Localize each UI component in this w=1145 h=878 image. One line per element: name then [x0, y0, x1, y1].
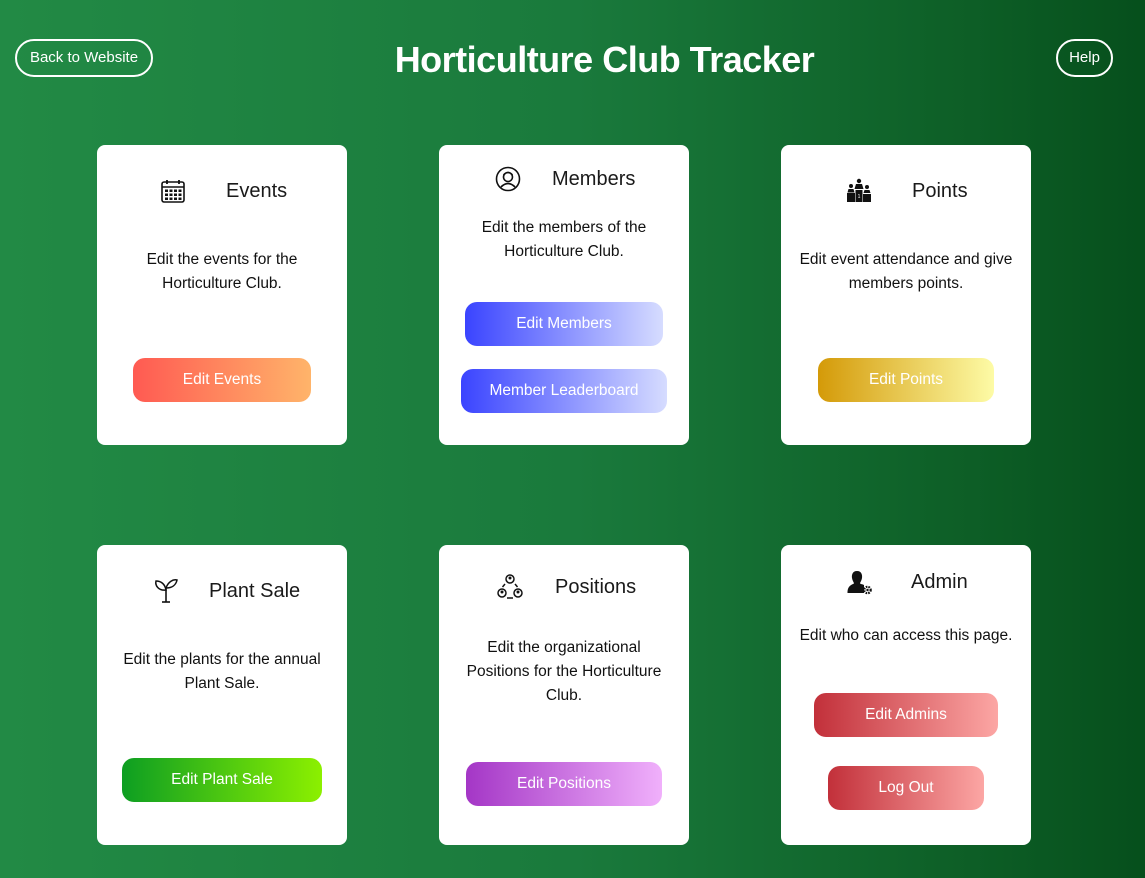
plant-sale-description: Edit the plants for the annual Plant Sal… [123, 651, 321, 692]
help-button[interactable]: Help [1056, 39, 1113, 77]
log-out-button[interactable]: Log Out [828, 766, 984, 810]
edit-events-button[interactable]: Edit Events [133, 358, 311, 402]
plant-icon [152, 576, 180, 604]
podium-icon: 1 [845, 177, 873, 205]
events-card: Events Edit the events for the Horticult… [97, 145, 347, 445]
members-description: Edit the members of the Horticulture Clu… [481, 219, 647, 260]
admin-description: Edit who can access this page. [799, 627, 1013, 644]
admin-gear-icon [845, 568, 873, 596]
admin-card: Admin Edit who can access this page. Edi… [781, 545, 1031, 845]
page-title: Horticulture Club Tracker [394, 39, 815, 80]
positions-card: Positions Edit the organizational Positi… [439, 545, 689, 845]
plant-sale-title: Plant Sale [209, 580, 301, 602]
points-title: Points [912, 180, 968, 202]
calendar-icon [159, 177, 187, 205]
org-icon [496, 573, 524, 601]
svg-text:1: 1 [858, 194, 861, 200]
edit-points-button[interactable]: Edit Points [818, 358, 994, 402]
edit-positions-button[interactable]: Edit Positions [466, 762, 662, 806]
members-title: Members [552, 168, 636, 190]
events-description: Edit the events for the Horticulture Clu… [146, 251, 298, 292]
member-leaderboard-button[interactable]: Member Leaderboard [461, 369, 667, 413]
plant-sale-card: Plant Sale Edit the plants for the annua… [97, 545, 347, 845]
points-card: 1 Points Edit event attendance and give … [781, 145, 1031, 445]
positions-title: Positions [555, 576, 637, 598]
member-icon [494, 165, 522, 193]
events-title: Events [226, 180, 288, 202]
members-card: Members Edit the members of the Horticul… [439, 145, 689, 445]
edit-members-button[interactable]: Edit Members [465, 302, 663, 346]
points-description: Edit event attendance and give members p… [799, 251, 1013, 292]
edit-plant-sale-button[interactable]: Edit Plant Sale [122, 758, 322, 802]
edit-admins-button[interactable]: Edit Admins [814, 693, 998, 737]
admin-title: Admin [911, 571, 968, 593]
positions-description: Edit the organizational Positions for th… [466, 639, 662, 704]
